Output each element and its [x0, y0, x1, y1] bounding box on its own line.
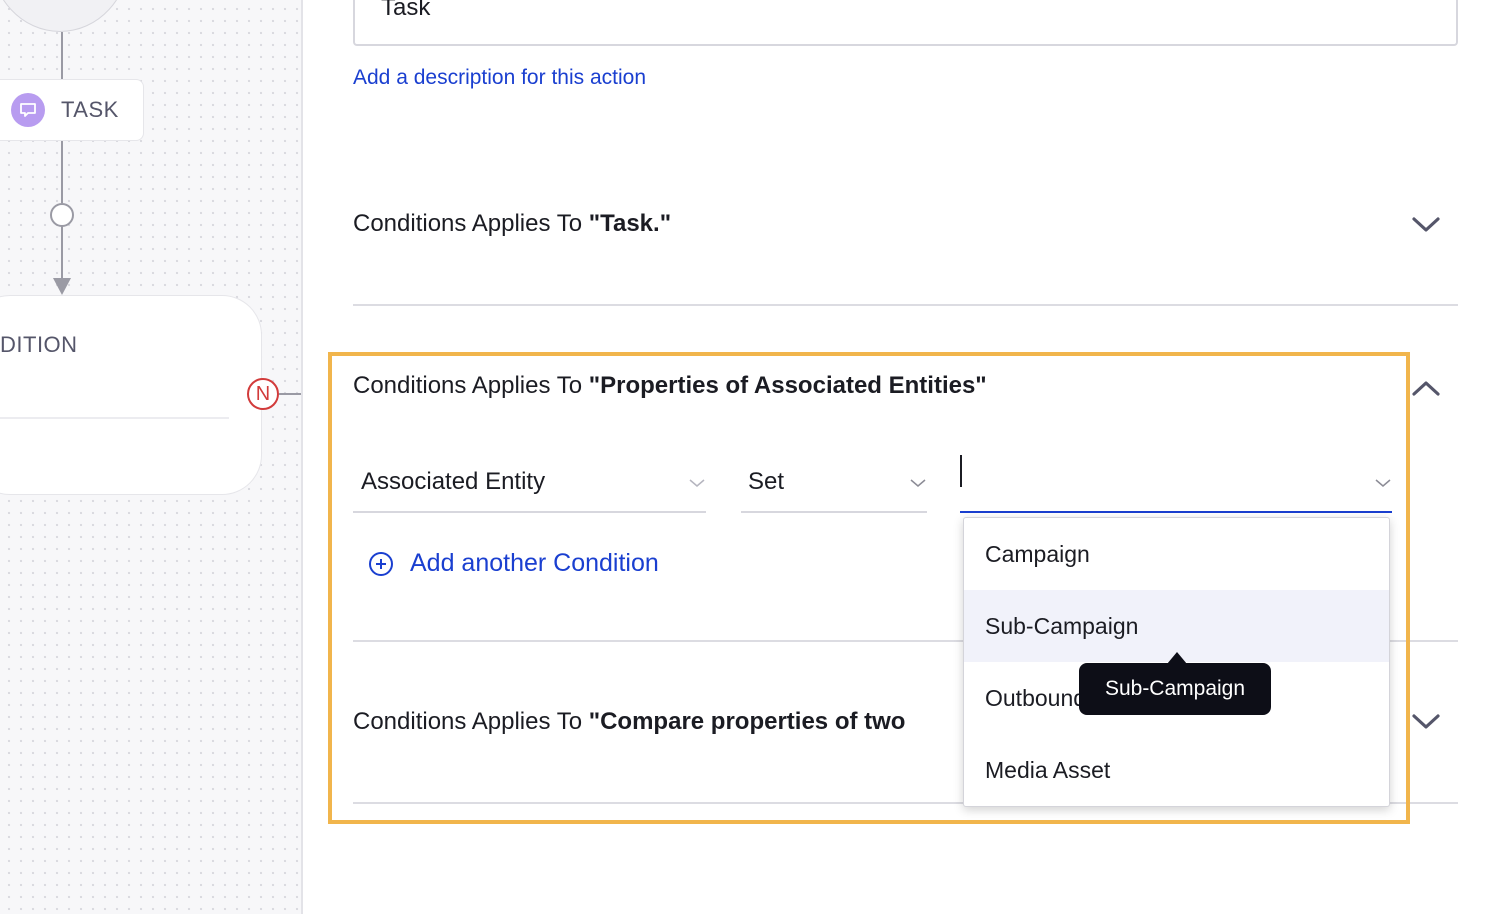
chevron-down-icon [689, 479, 705, 487]
add-another-condition-button[interactable]: Add another Condition [368, 549, 659, 578]
condition-node[interactable] [0, 295, 262, 495]
condition-node-divider [0, 417, 229, 419]
action-name-input[interactable]: Task [353, 0, 1458, 46]
connector-line [61, 226, 63, 286]
task-node-label: TASK [61, 97, 119, 122]
operator-select-value: Set [748, 468, 785, 495]
chat-bubble-icon [11, 93, 45, 127]
chevron-down-icon[interactable] [1411, 215, 1441, 235]
field-select[interactable]: Associated Entity [353, 453, 706, 513]
section-title-target: "Task." [588, 210, 672, 237]
chevron-down-icon [1375, 479, 1391, 487]
add-step-junction[interactable] [50, 203, 74, 227]
connector-line [61, 32, 63, 80]
field-select-value: Associated Entity [361, 468, 546, 495]
chevron-down-icon [910, 479, 926, 487]
task-node[interactable]: TASK [0, 79, 144, 141]
section-title-target: "Compare properties of two [588, 708, 906, 735]
chevron-down-icon[interactable] [1411, 712, 1441, 732]
add-description-link[interactable]: Add a description for this action [353, 66, 646, 90]
text-cursor [960, 455, 962, 487]
add-condition-label: Add another Condition [410, 549, 659, 577]
section-divider [353, 304, 1458, 306]
section-header-compare-properties[interactable]: Conditions Applies To "Compare propertie… [353, 708, 905, 736]
value-select-input[interactable] [960, 453, 1392, 513]
no-branch-badge[interactable]: N [247, 378, 279, 410]
workflow-canvas[interactable]: TASK DITION N [0, 0, 303, 914]
section-title-prefix: Conditions Applies To [353, 372, 589, 399]
start-node[interactable] [0, 0, 130, 32]
plus-circle-icon [369, 551, 393, 576]
dropdown-option-campaign[interactable]: Campaign [964, 518, 1389, 590]
section-header-associated-entities[interactable]: Conditions Applies To "Properties of Ass… [353, 372, 987, 400]
section-title-target: "Properties of Associated Entities" [588, 372, 987, 399]
condition-node-label: DITION [0, 332, 78, 357]
arrow-down-icon [53, 278, 71, 295]
dropdown-option-media-asset[interactable]: Media Asset [964, 734, 1389, 806]
connector-line [279, 393, 301, 395]
operator-select[interactable]: Set [741, 453, 927, 513]
section-title-prefix: Conditions Applies To [353, 210, 589, 237]
connector-line [61, 141, 63, 203]
section-title-prefix: Conditions Applies To [353, 708, 589, 735]
chevron-up-icon[interactable] [1411, 378, 1441, 398]
option-tooltip: Sub-Campaign [1079, 652, 1271, 715]
section-header-task[interactable]: Conditions Applies To "Task." [353, 210, 671, 238]
